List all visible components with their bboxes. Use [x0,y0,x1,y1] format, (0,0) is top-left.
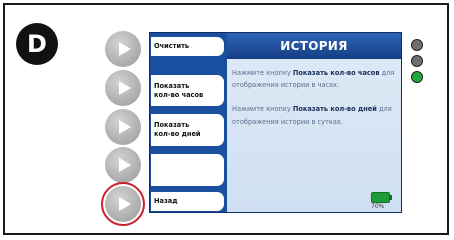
menu-back-button[interactable]: Назад [150,191,225,212]
menu-back-label: Назад [154,197,178,206]
menu-show-hours-label: Показать кол-во часов [154,81,204,99]
battery-percent: 70% [371,203,385,210]
menu-clear-button[interactable]: Очистить [150,36,225,57]
side-button-4[interactable] [105,147,141,183]
play-arrow-icon [119,197,131,211]
help-paragraph-days: Нажмите кнопку Показать кол-во дней для … [232,105,392,126]
screen-title-text: ИСТОРИЯ [280,39,348,53]
side-button-3[interactable] [105,109,141,145]
menu-show-days-label: Показать кол-во дней [154,121,201,138]
indicator-led-2 [411,55,423,67]
menu-clear-label: Очистить [154,42,190,51]
device-screen: ИСТОРИЯ Очистить Показать кол-во часов П… [149,32,402,213]
indicator-led-1 [411,39,423,51]
play-arrow-icon [119,158,131,172]
play-arrow-icon [119,120,131,134]
help-text: Нажмите кнопку Показать кол-во часов для… [232,67,398,140]
menu-show-days-button[interactable]: Показать кол-во дней [150,113,225,147]
step-letter: D [27,30,47,58]
side-button-2[interactable] [105,70,141,106]
side-button-5[interactable] [105,186,141,222]
indicator-led-3 [411,71,423,83]
screen-title: ИСТОРИЯ [227,33,401,59]
battery-icon [371,192,392,203]
step-badge: D [16,23,58,65]
play-arrow-icon [119,42,131,56]
menu-show-hours-button[interactable]: Показать кол-во часов [150,74,225,107]
help-paragraph-hours: Нажмите кнопку Показать кол-во часов для… [232,69,395,90]
menu-empty-button[interactable] [150,153,225,187]
side-button-1[interactable] [105,31,141,67]
play-arrow-icon [119,81,131,95]
